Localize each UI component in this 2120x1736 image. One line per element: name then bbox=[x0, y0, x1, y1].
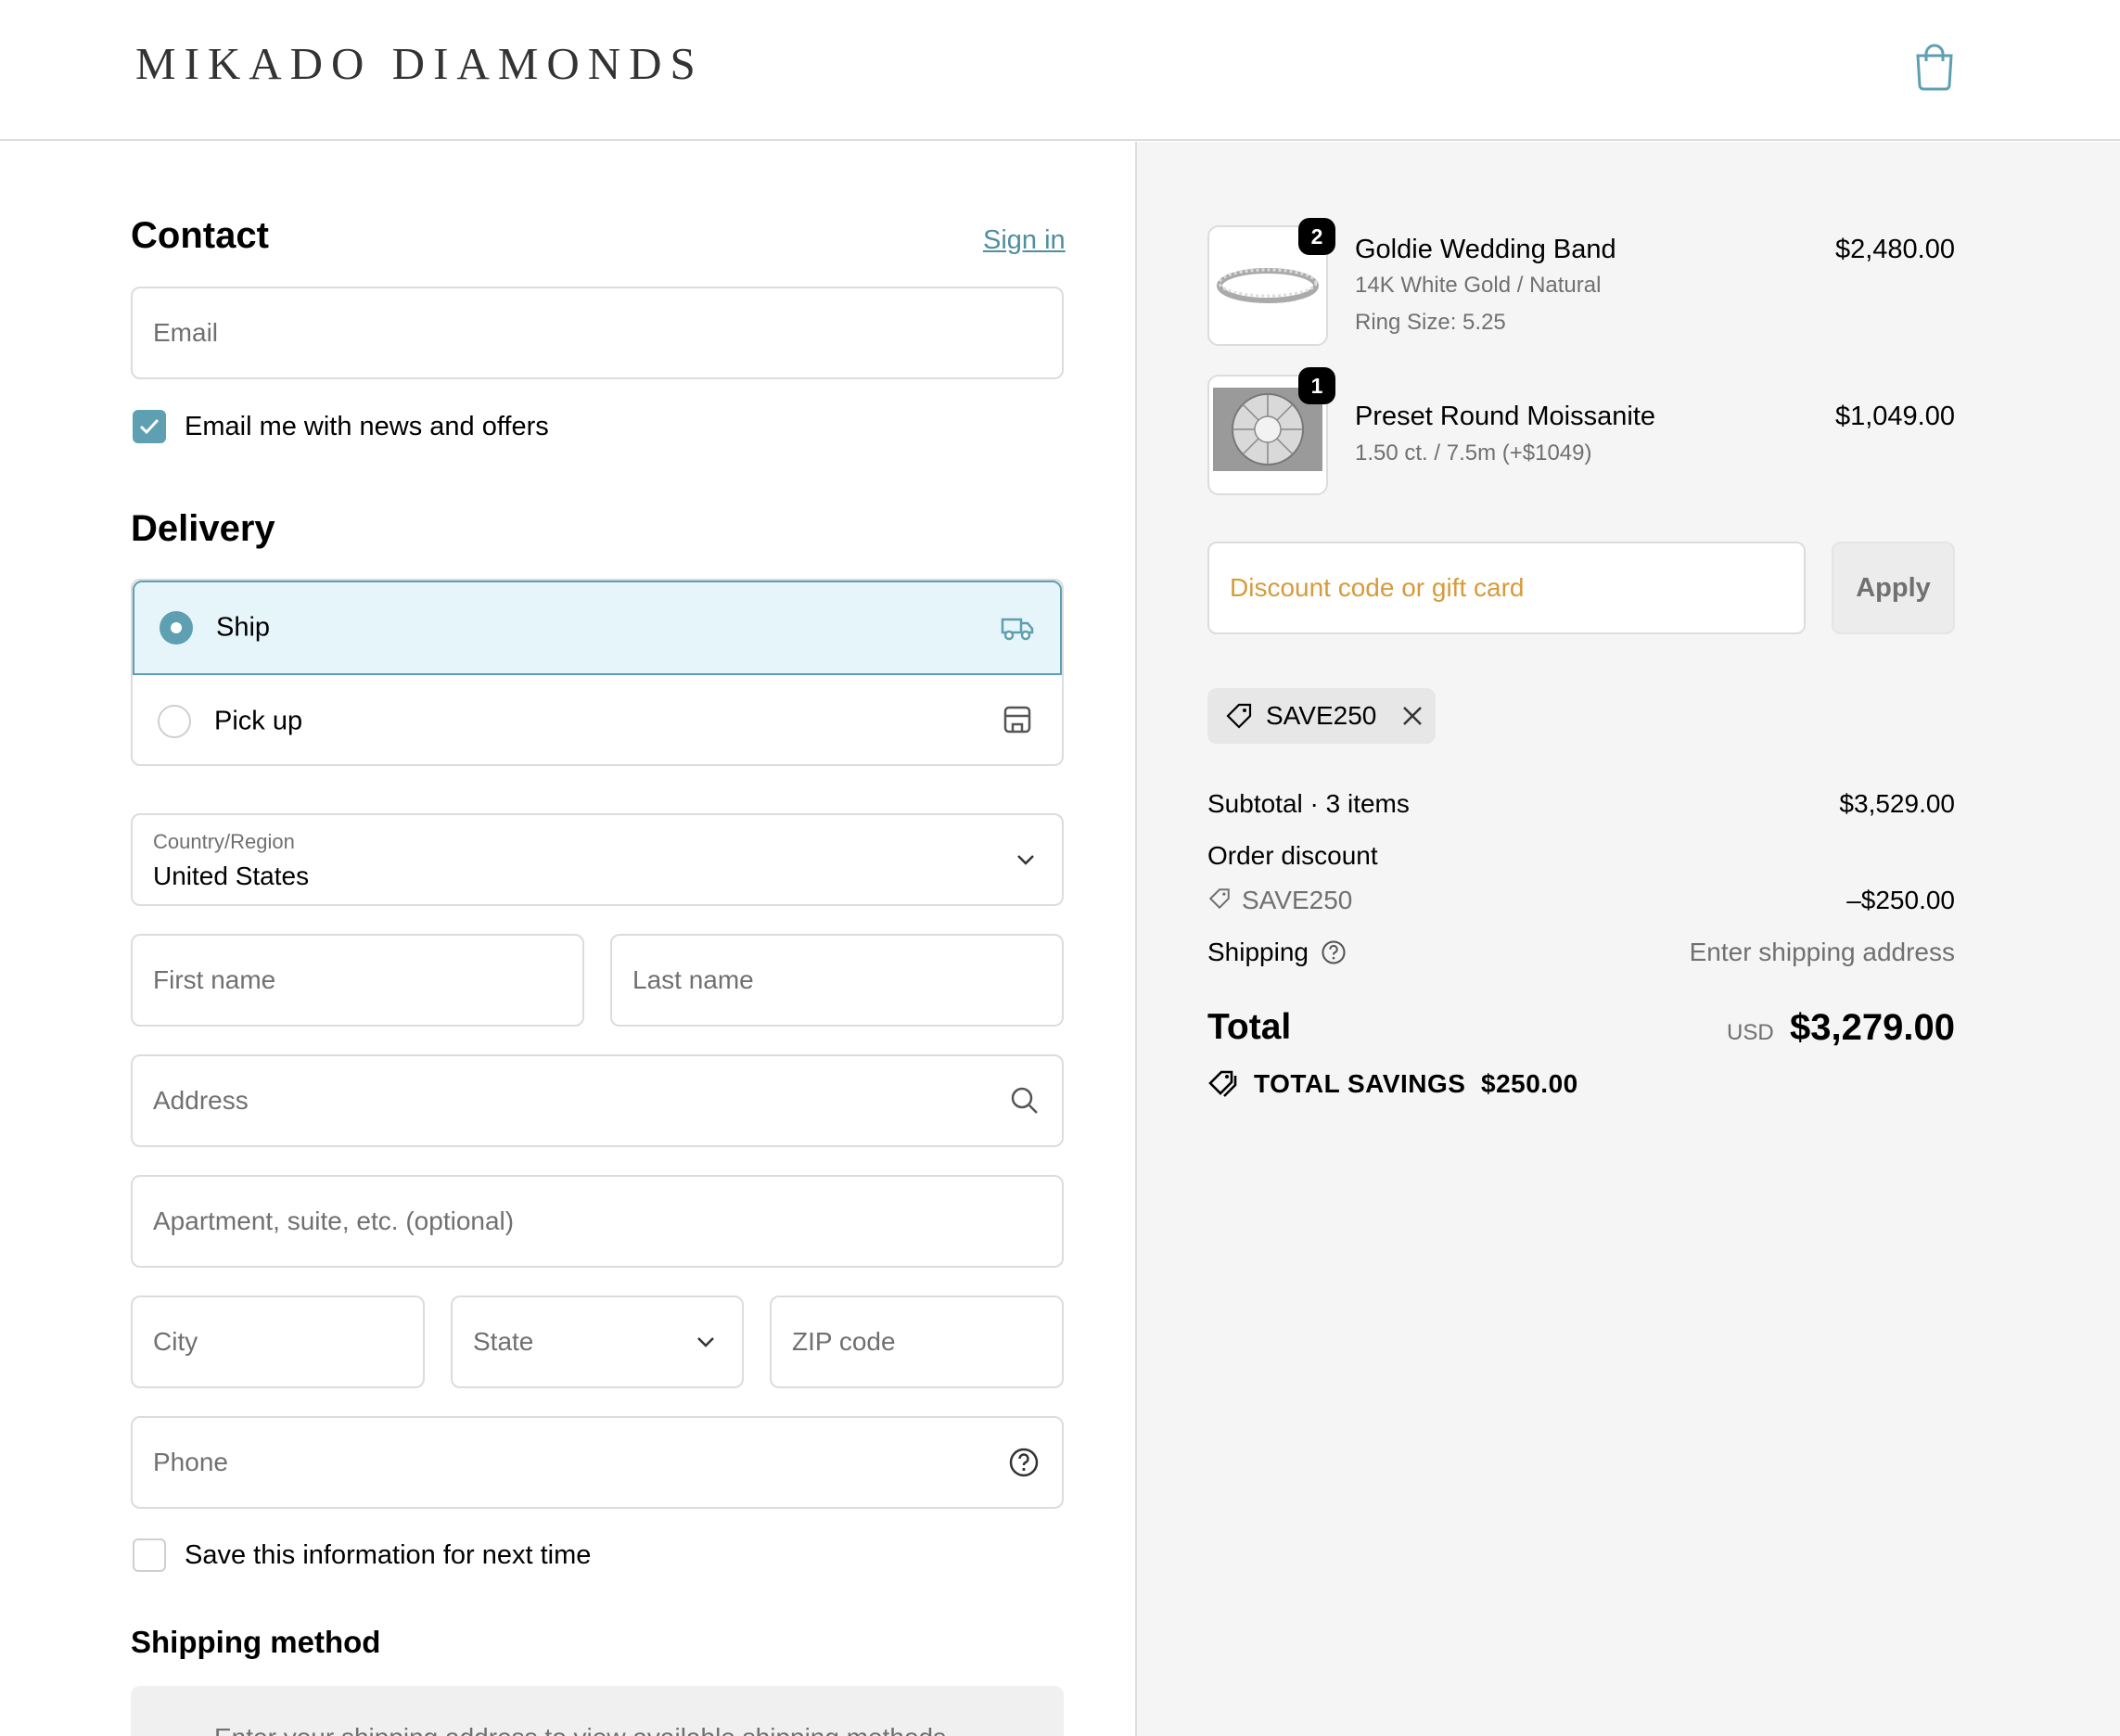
savings-value: $250.00 bbox=[1481, 1069, 1578, 1098]
discount-placeholder: Discount code or gift card bbox=[1230, 573, 1525, 602]
product-price: $2,480.00 bbox=[1834, 235, 1955, 264]
brand-logo[interactable]: MIKADO DIAMONDS bbox=[135, 37, 704, 90]
chevron-down-icon bbox=[697, 1337, 714, 1347]
email-field[interactable]: Email bbox=[131, 287, 1064, 379]
ship-label: Ship bbox=[216, 612, 271, 643]
email-placeholder: Email bbox=[153, 318, 219, 347]
tags-icon bbox=[1208, 1070, 1237, 1097]
pickup-radio[interactable] bbox=[158, 705, 191, 738]
country-label: Country/Region bbox=[153, 830, 295, 853]
news-checkbox-label: Email me with news and offers bbox=[185, 412, 549, 441]
apartment-placeholder: Apartment, suite, etc. (optional) bbox=[153, 1206, 515, 1235]
discount-code-text: SAVE250 bbox=[1242, 886, 1353, 914]
zip-field[interactable]: ZIP code bbox=[770, 1296, 1064, 1388]
country-value: United States bbox=[153, 862, 310, 890]
apartment-field[interactable]: Apartment, suite, etc. (optional) bbox=[131, 1175, 1064, 1268]
search-icon[interactable] bbox=[1010, 1086, 1040, 1116]
subtotal-value: $3,529.00 bbox=[1839, 789, 1955, 818]
shipping-method-notice-box: Enter your shipping address to view avai… bbox=[131, 1686, 1064, 1736]
discount-value: –$250.00 bbox=[1846, 886, 1955, 914]
total-label: Total bbox=[1207, 1007, 1292, 1047]
close-icon[interactable] bbox=[1400, 704, 1424, 728]
order-discount-label: Order discount bbox=[1207, 841, 1378, 870]
delivery-option-pickup[interactable]: Pick up bbox=[133, 675, 1062, 764]
pickup-label: Pick up bbox=[214, 706, 303, 736]
news-checkbox[interactable] bbox=[133, 410, 166, 443]
city-field[interactable]: City bbox=[131, 1296, 425, 1388]
discount-code-input[interactable]: Discount code or gift card bbox=[1207, 542, 1806, 634]
apply-button[interactable]: Apply bbox=[1832, 542, 1955, 634]
sign-in-link[interactable]: Sign in bbox=[983, 225, 1066, 256]
total-currency: USD bbox=[1727, 1020, 1774, 1045]
delivery-heading: Delivery bbox=[131, 508, 275, 549]
shopping-bag-icon[interactable] bbox=[1912, 43, 1957, 91]
tag-icon bbox=[1208, 888, 1230, 910]
product-variant: 14K White Gold / Natural bbox=[1355, 273, 1602, 298]
save-info-label: Save this information for next time bbox=[185, 1540, 592, 1570]
subtotal-label: Subtotal · 3 items bbox=[1207, 789, 1410, 818]
site-header: MIKADO DIAMONDS bbox=[0, 0, 2120, 141]
applied-code: SAVE250 bbox=[1266, 701, 1377, 730]
first-name-placeholder: First name bbox=[153, 965, 276, 994]
address-placeholder: Address bbox=[153, 1086, 249, 1115]
city-placeholder: City bbox=[153, 1327, 198, 1356]
country-select[interactable]: Country/Region United States bbox=[131, 813, 1064, 906]
total-value: $3,279.00 bbox=[1790, 1007, 1955, 1048]
product-variant: 1.50 ct. / 7.5m (+$1049) bbox=[1355, 440, 1592, 466]
applied-discount-chip: SAVE250 bbox=[1207, 688, 1436, 744]
phone-placeholder: Phone bbox=[153, 1448, 228, 1476]
product-ring-size: Ring Size: 5.25 bbox=[1355, 310, 1506, 335]
total-savings: TOTAL SAVINGS $250.00 bbox=[1254, 1069, 1578, 1099]
first-name-field[interactable]: First name bbox=[131, 934, 584, 1027]
truck-icon bbox=[1001, 618, 1034, 641]
state-select[interactable]: State bbox=[451, 1296, 744, 1388]
product-name: Goldie Wedding Band bbox=[1355, 235, 1616, 264]
check-icon bbox=[139, 418, 160, 435]
zip-placeholder: ZIP code bbox=[792, 1327, 896, 1356]
quantity-badge: 1 bbox=[1298, 367, 1335, 404]
product-price: $1,049.00 bbox=[1834, 402, 1955, 431]
delivery-option-ship[interactable]: Ship bbox=[133, 581, 1062, 675]
last-name-field[interactable]: Last name bbox=[610, 934, 1064, 1027]
save-info-checkbox[interactable] bbox=[133, 1538, 166, 1572]
quantity-badge: 2 bbox=[1298, 218, 1335, 255]
state-placeholder: State bbox=[473, 1327, 534, 1356]
savings-label: TOTAL SAVINGS bbox=[1254, 1069, 1466, 1098]
shipping-method-notice: Enter your shipping address to view avai… bbox=[214, 1723, 953, 1736]
shipping-label: Shipping bbox=[1207, 938, 1309, 966]
ship-radio[interactable] bbox=[160, 611, 193, 645]
delivery-options: Ship Pick up bbox=[131, 579, 1064, 766]
address-field[interactable]: Address bbox=[131, 1054, 1064, 1147]
help-circle-icon[interactable] bbox=[1321, 939, 1347, 965]
store-icon bbox=[1003, 706, 1031, 734]
chevron-down-icon bbox=[1017, 855, 1034, 865]
help-circle-icon[interactable] bbox=[1008, 1447, 1040, 1478]
product-name: Preset Round Moissanite bbox=[1355, 402, 1655, 431]
contact-heading: Contact bbox=[131, 215, 269, 256]
last-name-placeholder: Last name bbox=[632, 965, 754, 994]
shipping-value: Enter shipping address bbox=[1689, 938, 1955, 966]
phone-field[interactable]: Phone bbox=[131, 1416, 1064, 1509]
shipping-method-heading: Shipping method bbox=[131, 1625, 381, 1659]
tag-icon bbox=[1226, 703, 1252, 729]
